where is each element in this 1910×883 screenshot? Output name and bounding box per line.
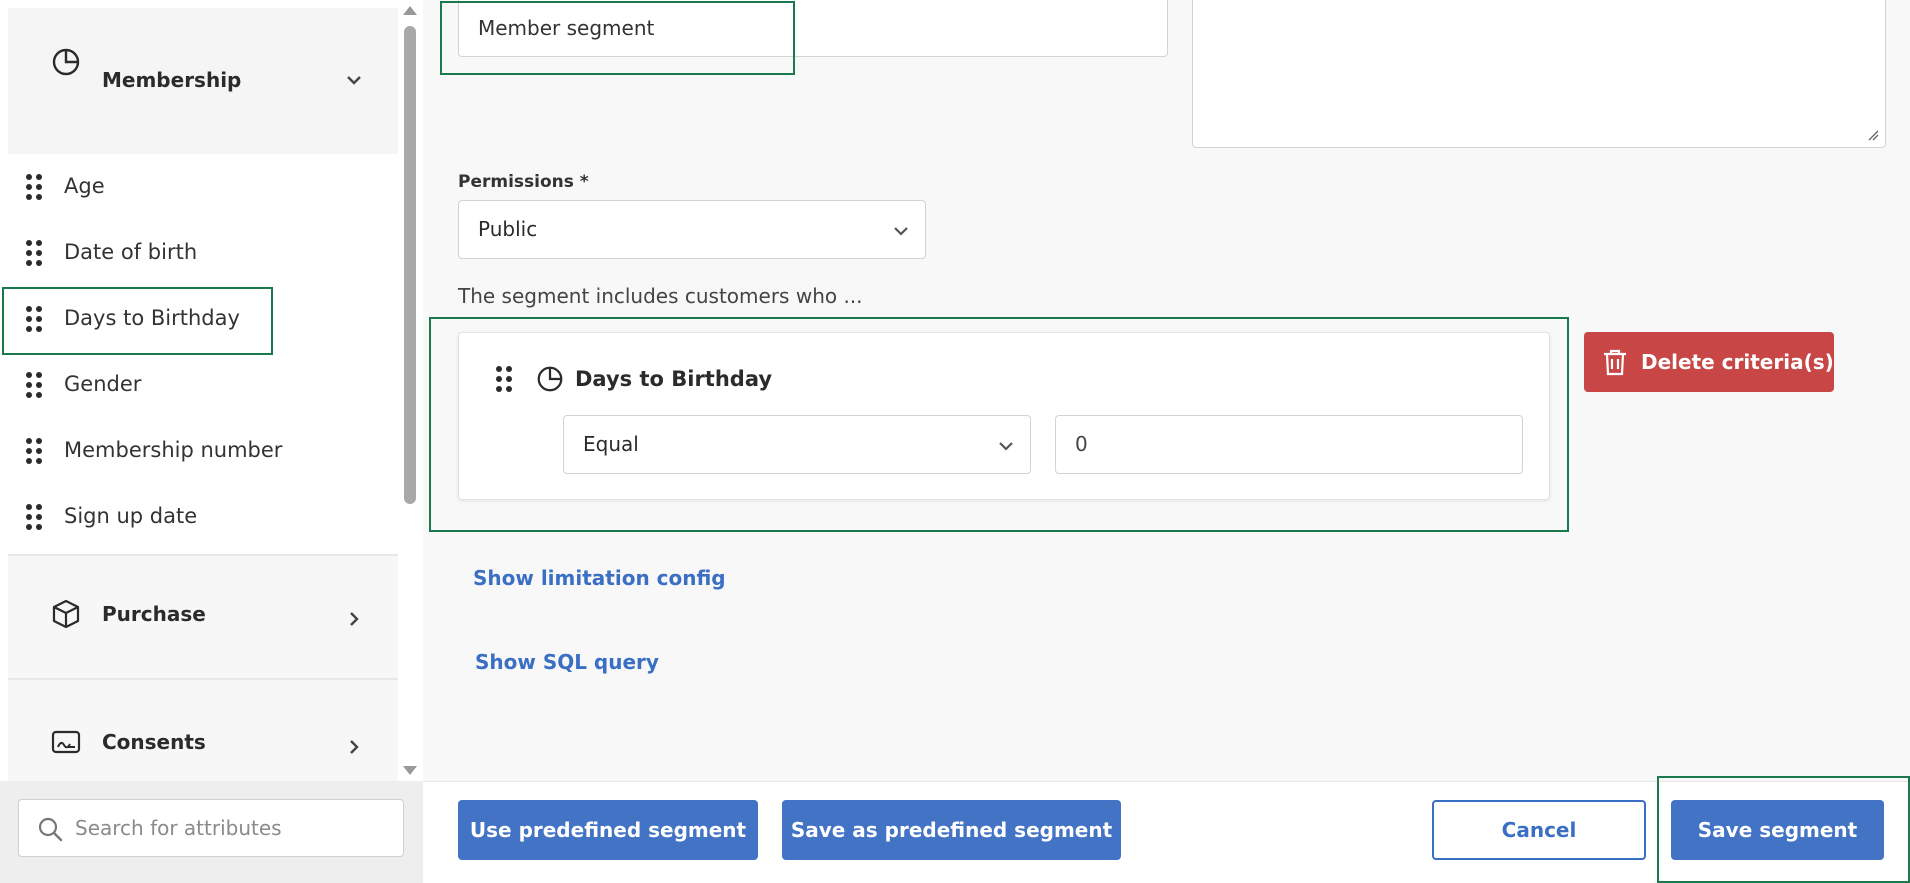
scroll-up-arrow-icon[interactable] [403, 6, 417, 15]
sidebar-scrollbar-thumb[interactable] [404, 26, 416, 504]
attribute-label: Date of birth [64, 240, 198, 264]
drag-handle-icon[interactable] [24, 371, 44, 399]
trash-icon [1604, 349, 1626, 376]
group-consents-label: Consents [102, 730, 206, 754]
cube-icon [52, 599, 80, 629]
permissions-selected-value: Public [478, 217, 538, 241]
group-membership-label: Membership [102, 68, 242, 92]
attribute-item-age[interactable]: Age [8, 154, 398, 220]
consent-card-icon [51, 730, 81, 754]
attribute-label: Gender [64, 372, 142, 396]
delete-criteria-button[interactable]: Delete criteria(s) [1584, 332, 1834, 392]
show-limitation-config-link[interactable]: Show limitation config [473, 566, 726, 590]
drag-handle-icon[interactable] [24, 173, 44, 201]
attribute-item-date-of-birth[interactable]: Date of birth [8, 220, 398, 286]
group-purchase[interactable]: Purchase [8, 554, 398, 678]
attribute-item-membership-number[interactable]: Membership number [8, 418, 398, 484]
chevron-right-icon[interactable] [342, 607, 366, 631]
group-membership[interactable]: Membership [8, 8, 398, 154]
segment-editor: Member segment Permissions * Public The … [423, 0, 1910, 781]
attribute-item-sign-up-date[interactable]: Sign up date [8, 484, 398, 550]
selected-attribute-highlight [2, 287, 273, 355]
attribute-label: Sign up date [64, 504, 198, 528]
segment-includes-text: The segment includes customers who ... [458, 284, 863, 308]
segment-name-highlight [440, 1, 795, 75]
search-icon [38, 817, 63, 842]
drag-handle-icon[interactable] [24, 239, 44, 267]
attribute-sidebar: Membership Age Date of birth Days to Bir… [0, 0, 423, 883]
attribute-search-area [0, 781, 423, 883]
criteria-highlight [429, 317, 1569, 532]
attribute-search-box[interactable] [18, 799, 404, 857]
segment-description-textarea[interactable] [1192, 0, 1886, 148]
attribute-search-input[interactable] [75, 800, 395, 856]
cancel-button[interactable]: Cancel [1432, 800, 1646, 860]
drag-handle-icon[interactable] [24, 503, 44, 531]
group-consents[interactable]: Consents [8, 678, 398, 781]
drag-handle-icon[interactable] [24, 437, 44, 465]
group-purchase-label: Purchase [102, 602, 206, 626]
save-as-predefined-segment-button[interactable]: Save as predefined segment [782, 800, 1121, 860]
delete-criteria-label: Delete criteria(s) [1641, 350, 1834, 374]
attribute-label: Membership number [64, 438, 283, 462]
use-predefined-segment-button[interactable]: Use predefined segment [458, 800, 758, 860]
resize-grip-icon[interactable] [1867, 129, 1879, 141]
chevron-down-icon[interactable] [342, 68, 366, 92]
pie-chart-icon [52, 48, 80, 76]
chevron-down-icon [894, 227, 908, 236]
permissions-label: Permissions * [458, 172, 589, 192]
chevron-right-icon[interactable] [342, 735, 366, 759]
scroll-down-arrow-icon[interactable] [403, 766, 417, 775]
attribute-list-scroll: Membership Age Date of birth Days to Bir… [8, 8, 398, 781]
show-sql-query-link[interactable]: Show SQL query [475, 650, 659, 674]
permissions-select[interactable]: Public [458, 200, 926, 259]
save-segment-highlight [1657, 776, 1910, 883]
attribute-label: Age [64, 174, 105, 198]
attribute-item-gender[interactable]: Gender [8, 352, 398, 418]
